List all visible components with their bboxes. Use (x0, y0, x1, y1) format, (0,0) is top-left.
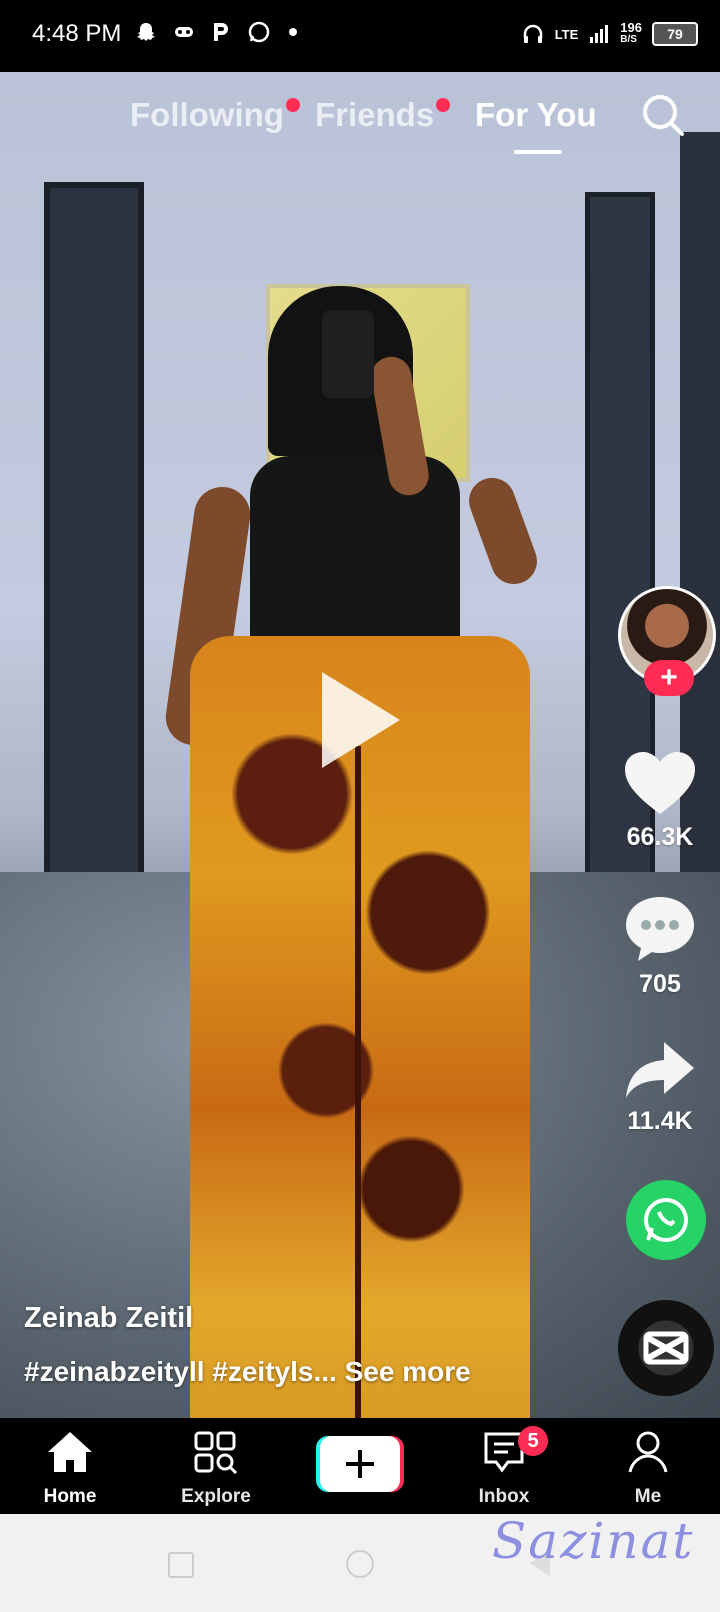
notification-icons (135, 20, 299, 44)
search-icon[interactable] (640, 92, 686, 138)
status-bar: 4:48 PM LTE 196 B/S 79 (0, 0, 720, 72)
nav-home-label: Home (43, 1486, 97, 1507)
tab-friends[interactable]: Friends (315, 96, 434, 134)
share-icon (626, 1042, 694, 1098)
nav-explore[interactable]: Explore (156, 1430, 276, 1508)
status-time: 4:48 PM (32, 20, 122, 47)
video-subject (162, 286, 544, 1418)
tab-following[interactable]: Following (130, 96, 284, 134)
scene-door-left (44, 182, 144, 954)
whatsapp-share-button[interactable] (626, 1180, 706, 1260)
heart-icon (625, 752, 695, 814)
nav-me[interactable]: Me (588, 1430, 708, 1508)
battery-icon: 79 (652, 22, 698, 46)
following-notification-dot (286, 98, 300, 112)
nav-home[interactable]: Home (10, 1430, 130, 1508)
data-speed-value: 196 (620, 20, 642, 35)
game-controller-icon (175, 27, 193, 37)
follow-button[interactable]: + (644, 660, 694, 696)
profile-icon (628, 1431, 668, 1473)
video-caption[interactable]: #zeinabzeityll #zeityls... See more (24, 1356, 471, 1388)
dot-icon (289, 28, 297, 36)
share-button[interactable]: 11.4K (600, 1040, 720, 1136)
nav-inbox[interactable]: 5 Inbox (444, 1426, 564, 1508)
like-button[interactable]: 66.3K (600, 750, 720, 852)
tab-for-you[interactable]: For You (475, 96, 597, 134)
snapchat-icon (137, 23, 155, 41)
home-system-button[interactable] (346, 1550, 374, 1578)
capcut-sound-button[interactable] (618, 1300, 714, 1396)
feed-tabs: Following Friends For You (0, 90, 720, 154)
play-icon[interactable] (322, 672, 400, 768)
battery-level: 79 (667, 26, 683, 42)
creator-username[interactable]: Zeinab Zeitil (24, 1302, 193, 1335)
explore-icon (194, 1431, 238, 1475)
subject-phone (322, 310, 374, 398)
share-count: 11.4K (627, 1107, 693, 1135)
nav-inbox-label: Inbox (478, 1486, 530, 1507)
subject-top (250, 456, 460, 646)
data-speed: 196 B/S (620, 20, 642, 46)
network-type: LTE (554, 26, 579, 42)
p-app-icon (214, 23, 228, 41)
comment-count: 705 (639, 970, 681, 998)
whatsapp-icon (644, 1198, 688, 1242)
active-tab-indicator (514, 150, 562, 154)
bottom-nav: Home Explore 5 Inbox Me (0, 1418, 720, 1514)
caption-hashtags[interactable]: #zeinabzeityll #zeityls... (24, 1356, 337, 1387)
data-speed-unit: B/S (620, 34, 637, 45)
inbox-badge: 5 (518, 1426, 548, 1456)
create-button[interactable] (316, 1436, 404, 1492)
headphones-icon (523, 24, 542, 43)
video-player[interactable] (0, 72, 720, 1418)
capcut-icon (643, 1331, 689, 1365)
system-icons: LTE 196 B/S 79 (521, 20, 698, 46)
subject-arm-right (462, 471, 544, 591)
nav-me-label: Me (634, 1486, 662, 1507)
subject-pants-seam (355, 746, 361, 1418)
nav-explore-label: Explore (181, 1486, 251, 1507)
see-more-link[interactable]: See more (345, 1356, 471, 1387)
signal-icon (590, 25, 609, 43)
friends-notification-dot (436, 98, 450, 112)
whatsapp-status-icon (248, 21, 270, 43)
recents-button[interactable] (168, 1552, 194, 1578)
comment-button[interactable]: 705 (600, 895, 720, 999)
watermark-signature: Sazinat (492, 1512, 695, 1570)
comment-icon (626, 897, 694, 961)
like-count: 66.3K (626, 823, 694, 851)
home-icon (48, 1432, 92, 1472)
